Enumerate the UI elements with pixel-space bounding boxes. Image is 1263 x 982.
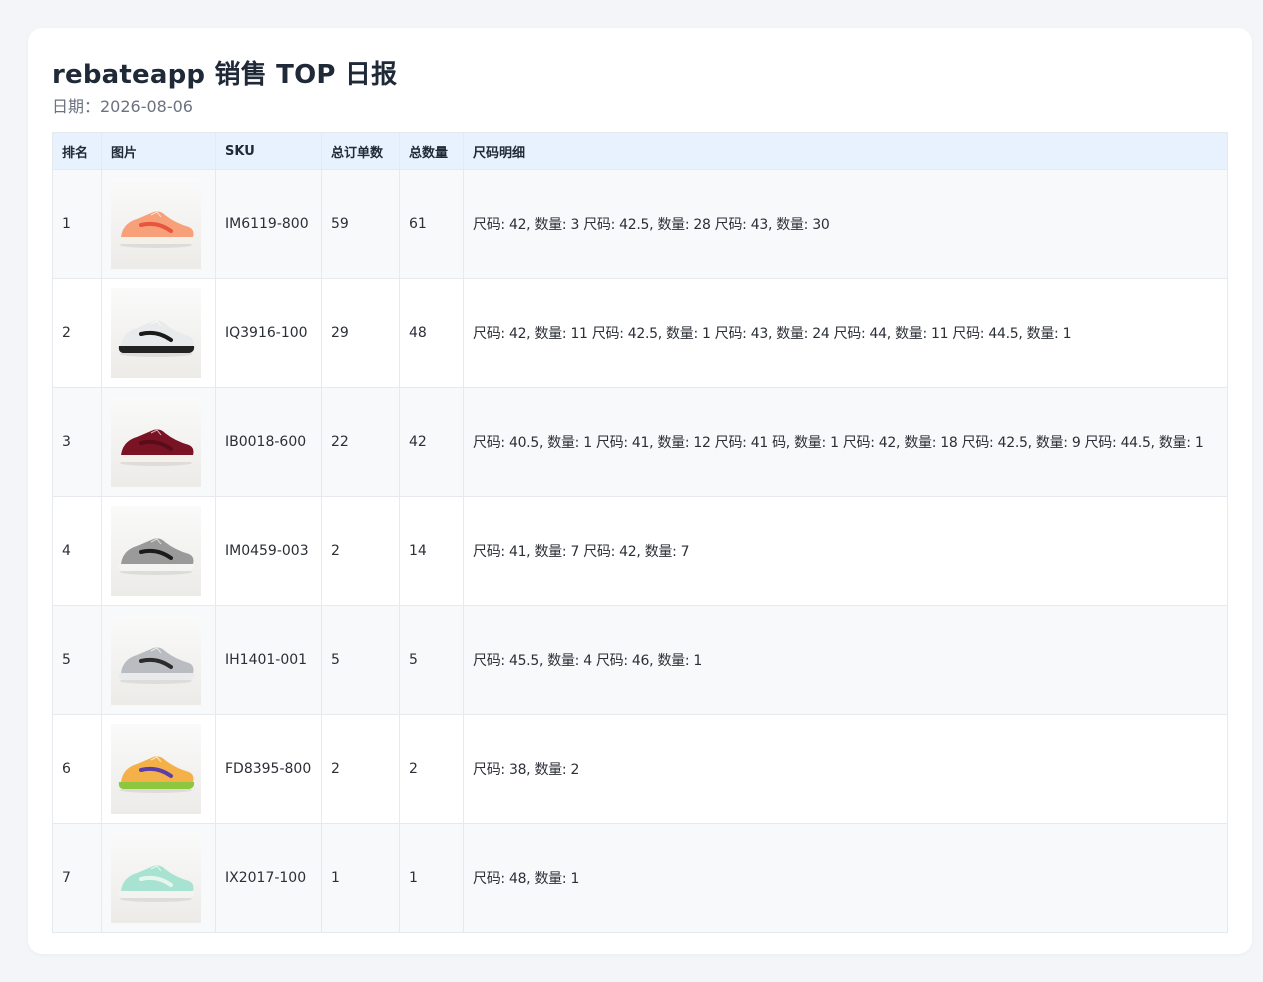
sizes-cell: 尺码: 48, 数量: 1 [463,823,1228,933]
image-cell [101,605,216,715]
column-header-sku: SKU [215,132,322,170]
quantity-cell: 2 [399,714,464,824]
table-row: 3 IB0018-600 22 42 尺码: 40.5, 数量: 1 尺码: 4… [52,387,1228,497]
rank-cell: 1 [52,169,102,279]
quantity-cell: 48 [399,278,464,388]
rank-cell: 5 [52,605,102,715]
sizes-cell: 尺码: 42, 数量: 3 尺码: 42.5, 数量: 28 尺码: 43, 数… [463,169,1228,279]
table-row: 6 FD8395-800 2 2 尺码: 38, 数量: 2 [52,714,1228,824]
sku-cell: IX2017-100 [215,823,322,933]
image-cell [101,496,216,606]
table-row: 2 IQ3916-100 29 48 尺码: 42, 数量: 11 尺码: 42… [52,278,1228,388]
table-row: 1 IM6119-800 59 61 尺码: 42, 数量: 3 尺码: 42.… [52,169,1228,279]
sales-table: 排名 图片 SKU 总订单数 总数量 尺码明细 1 IM6119-800 59 … [52,132,1228,933]
orders-cell: 2 [321,496,400,606]
rank-cell: 3 [52,387,102,497]
sizes-cell: 尺码: 42, 数量: 11 尺码: 42.5, 数量: 1 尺码: 43, 数… [463,278,1228,388]
image-cell [101,714,216,824]
rank-cell: 7 [52,823,102,933]
sku-cell: IQ3916-100 [215,278,322,388]
table-row: 7 IX2017-100 1 1 尺码: 48, 数量: 1 [52,823,1228,933]
shoe-icon [111,615,201,705]
quantity-cell: 61 [399,169,464,279]
orders-cell: 5 [321,605,400,715]
orders-cell: 59 [321,169,400,279]
sizes-cell: 尺码: 40.5, 数量: 1 尺码: 41, 数量: 12 尺码: 41 码,… [463,387,1228,497]
sku-cell: IM6119-800 [215,169,322,279]
table-row: 5 IH1401-001 5 5 尺码: 45.5, 数量: 4 尺码: 46,… [52,605,1228,715]
rank-cell: 4 [52,496,102,606]
shoe-icon [111,288,201,378]
sku-cell: IM0459-003 [215,496,322,606]
rank-cell: 2 [52,278,102,388]
header-row: 排名 图片 SKU 总订单数 总数量 尺码明细 [52,132,1228,170]
shoe-icon [111,833,201,923]
orders-cell: 2 [321,714,400,824]
report-date: 日期：2026-08-06 [52,97,193,116]
page-title: rebateapp 销售 TOP 日报 [52,60,398,90]
table-header: 排名 图片 SKU 总订单数 总数量 尺码明细 [52,132,1228,170]
sku-cell: FD8395-800 [215,714,322,824]
table-body: 1 IM6119-800 59 61 尺码: 42, 数量: 3 尺码: 42.… [52,169,1228,933]
report-card: rebateapp 销售 TOP 日报 日期：2026-08-06 排名 图片 … [28,28,1252,954]
image-cell [101,278,216,388]
quantity-cell: 1 [399,823,464,933]
column-header-orders: 总订单数 [321,132,400,170]
sizes-cell: 尺码: 45.5, 数量: 4 尺码: 46, 数量: 1 [463,605,1228,715]
quantity-cell: 14 [399,496,464,606]
quantity-cell: 5 [399,605,464,715]
quantity-cell: 42 [399,387,464,497]
sku-cell: IB0018-600 [215,387,322,497]
column-header-rank: 排名 [52,132,102,170]
shoe-icon [111,179,201,269]
shoe-icon [111,397,201,487]
column-header-image: 图片 [101,132,216,170]
table-row: 4 IM0459-003 2 14 尺码: 41, 数量: 7 尺码: 42, … [52,496,1228,606]
image-cell [101,823,216,933]
image-cell [101,169,216,279]
shoe-icon [111,506,201,596]
sku-cell: IH1401-001 [215,605,322,715]
sizes-cell: 尺码: 41, 数量: 7 尺码: 42, 数量: 7 [463,496,1228,606]
orders-cell: 1 [321,823,400,933]
rank-cell: 6 [52,714,102,824]
shoe-icon [111,724,201,814]
orders-cell: 29 [321,278,400,388]
column-header-quantity: 总数量 [399,132,464,170]
sizes-cell: 尺码: 38, 数量: 2 [463,714,1228,824]
orders-cell: 22 [321,387,400,497]
column-header-sizes: 尺码明细 [463,132,1228,170]
image-cell [101,387,216,497]
